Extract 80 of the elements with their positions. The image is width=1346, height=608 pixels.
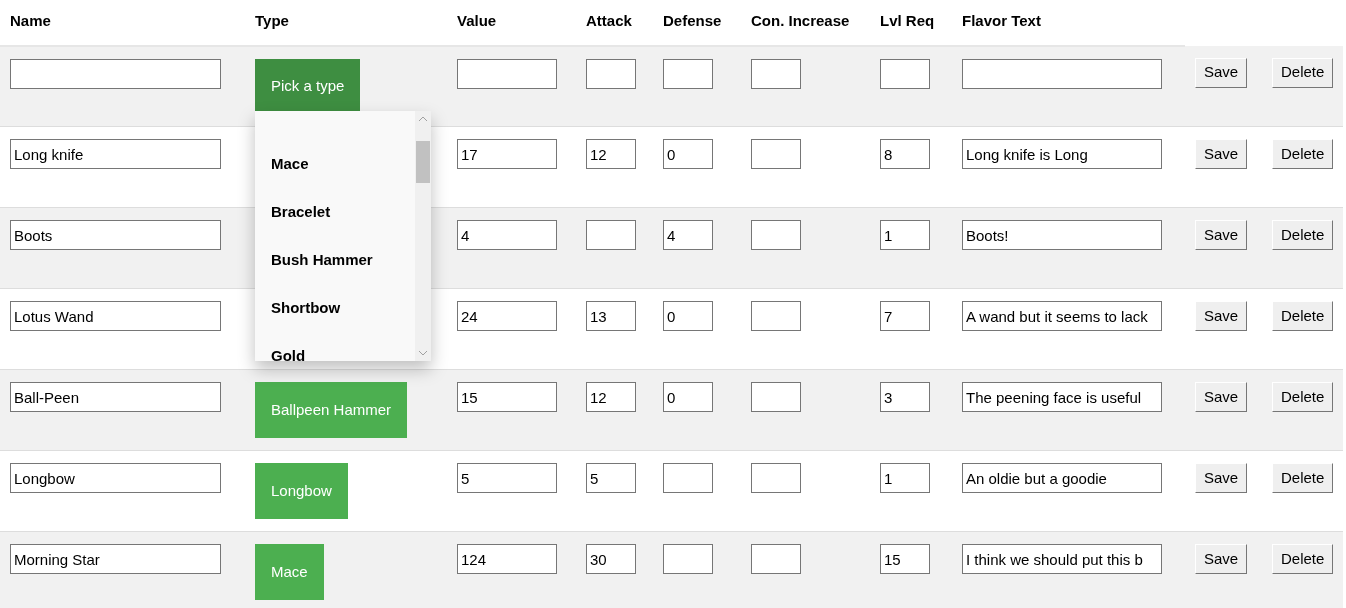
input-field[interactable]: Longbow bbox=[10, 463, 221, 493]
save-button[interactable]: Save bbox=[1195, 544, 1248, 574]
input-field[interactable] bbox=[751, 544, 801, 574]
input-field[interactable]: 0 bbox=[663, 301, 713, 331]
scrollbar[interactable] bbox=[415, 111, 431, 361]
save-button[interactable]: Save bbox=[1195, 382, 1248, 412]
input-field[interactable] bbox=[962, 58, 1162, 89]
save-button[interactable]: Save bbox=[1195, 463, 1248, 493]
input-field[interactable]: 3 bbox=[880, 382, 930, 412]
input-field[interactable]: 4 bbox=[457, 220, 557, 250]
input-field[interactable] bbox=[457, 58, 557, 89]
input-field[interactable]: 0 bbox=[663, 139, 713, 169]
save-button[interactable]: Save bbox=[1195, 57, 1248, 88]
input-field[interactable]: Long knife is Long bbox=[962, 139, 1162, 169]
input-field[interactable] bbox=[663, 463, 713, 493]
delete-button[interactable]: Delete bbox=[1272, 57, 1334, 88]
delete-button[interactable]: Delete bbox=[1272, 382, 1334, 412]
input-field[interactable]: 4 bbox=[663, 220, 713, 250]
dropdown-item[interactable]: Mace bbox=[255, 141, 415, 189]
dropdown-item[interactable]: Bracelet bbox=[255, 189, 415, 237]
delete-button[interactable]: Delete bbox=[1272, 544, 1334, 574]
input-field[interactable]: Boots bbox=[10, 220, 221, 250]
input-field[interactable] bbox=[751, 301, 801, 331]
input-field[interactable] bbox=[751, 139, 801, 169]
input-field[interactable] bbox=[10, 58, 221, 89]
input-field[interactable]: 24 bbox=[457, 301, 557, 331]
scroll-down-icon[interactable] bbox=[418, 350, 428, 356]
input-field[interactable]: 7 bbox=[880, 301, 930, 331]
save-button[interactable]: Save bbox=[1195, 139, 1248, 169]
input-field[interactable]: 5 bbox=[457, 463, 557, 493]
delete-button[interactable]: Delete bbox=[1272, 220, 1334, 250]
input-field[interactable] bbox=[751, 220, 801, 250]
input-field[interactable]: 17 bbox=[457, 139, 557, 169]
input-field[interactable]: 1 bbox=[880, 220, 930, 250]
column-header: Lvl Req bbox=[880, 12, 935, 29]
delete-button[interactable]: Delete bbox=[1272, 463, 1334, 493]
input-field[interactable]: Boots! bbox=[962, 220, 1162, 250]
input-field[interactable] bbox=[586, 220, 636, 250]
save-button[interactable]: Save bbox=[1195, 220, 1248, 250]
dropdown-item[interactable]: Bush Hammer bbox=[255, 237, 415, 285]
input-field[interactable]: 13 bbox=[586, 301, 636, 331]
input-field[interactable]: Ball-Peen bbox=[10, 382, 221, 412]
delete-button[interactable]: Delete bbox=[1272, 139, 1334, 169]
input-field[interactable]: 12 bbox=[586, 382, 636, 412]
input-field[interactable]: 0 bbox=[663, 382, 713, 412]
input-field[interactable] bbox=[663, 58, 713, 89]
dropdown-item[interactable]: Shortbow bbox=[255, 285, 415, 333]
column-header: Con. Increase bbox=[751, 12, 850, 29]
input-field[interactable]: Long knife bbox=[10, 139, 221, 169]
input-field[interactable]: 124 bbox=[457, 544, 557, 574]
column-header: Name bbox=[10, 12, 51, 29]
input-field[interactable]: 8 bbox=[880, 139, 930, 169]
scrollbar-thumb[interactable] bbox=[416, 141, 430, 183]
input-field[interactable]: 12 bbox=[586, 139, 636, 169]
input-field[interactable] bbox=[751, 382, 801, 412]
save-button[interactable]: Save bbox=[1195, 301, 1248, 331]
input-field[interactable] bbox=[751, 58, 801, 89]
column-header: Type bbox=[255, 12, 289, 29]
input-field[interactable]: An oldie but a goodie bbox=[962, 463, 1162, 493]
input-field[interactable]: The peening face is useful bbox=[962, 382, 1162, 412]
delete-button[interactable]: Delete bbox=[1272, 301, 1334, 331]
column-header: Defense bbox=[663, 12, 722, 29]
dropdown-item[interactable]: Gold bbox=[255, 333, 415, 381]
input-field[interactable] bbox=[663, 544, 713, 574]
scroll-up-icon[interactable] bbox=[418, 116, 428, 122]
column-header: Attack bbox=[586, 12, 632, 29]
input-field[interactable]: 15 bbox=[457, 382, 557, 412]
input-field[interactable] bbox=[880, 58, 930, 89]
input-field[interactable]: 1 bbox=[880, 463, 930, 493]
input-field[interactable]: I think we should put this b bbox=[962, 544, 1162, 574]
column-header: Flavor Text bbox=[962, 12, 1041, 29]
input-field[interactable]: 5 bbox=[586, 463, 636, 493]
input-field[interactable]: 30 bbox=[586, 544, 636, 574]
input-field[interactable]: Lotus Wand bbox=[10, 301, 221, 331]
input-field[interactable]: Morning Star bbox=[10, 544, 221, 574]
input-field[interactable] bbox=[586, 58, 636, 89]
column-header: Value bbox=[457, 12, 497, 29]
input-field[interactable]: 15 bbox=[880, 544, 930, 574]
input-field[interactable]: A wand but it seems to lack bbox=[962, 301, 1162, 331]
input-field[interactable] bbox=[751, 463, 801, 493]
